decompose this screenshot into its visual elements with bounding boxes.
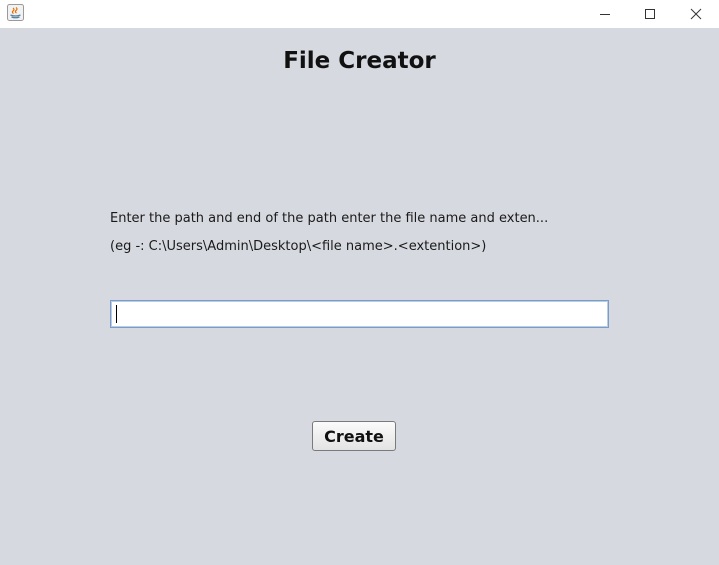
example-path-text: (eg -: C:\Users\Admin\Desktop\<file name… — [110, 239, 487, 254]
maximize-icon — [644, 5, 656, 24]
instruction-text: Enter the path and end of the path enter… — [110, 211, 549, 226]
maximize-button[interactable] — [627, 0, 673, 28]
title-bar[interactable] — [0, 0, 719, 28]
page-title: File Creator — [283, 48, 436, 74]
minimize-button[interactable] — [582, 0, 628, 28]
app-window: File Creator Enter the path and end of t… — [0, 0, 719, 565]
close-icon — [690, 5, 702, 24]
minimize-icon — [599, 5, 611, 24]
text-caret — [116, 305, 117, 323]
java-app-icon — [7, 4, 24, 21]
create-button[interactable]: Create — [312, 421, 396, 451]
close-button[interactable] — [673, 0, 719, 28]
path-input[interactable] — [110, 300, 609, 328]
